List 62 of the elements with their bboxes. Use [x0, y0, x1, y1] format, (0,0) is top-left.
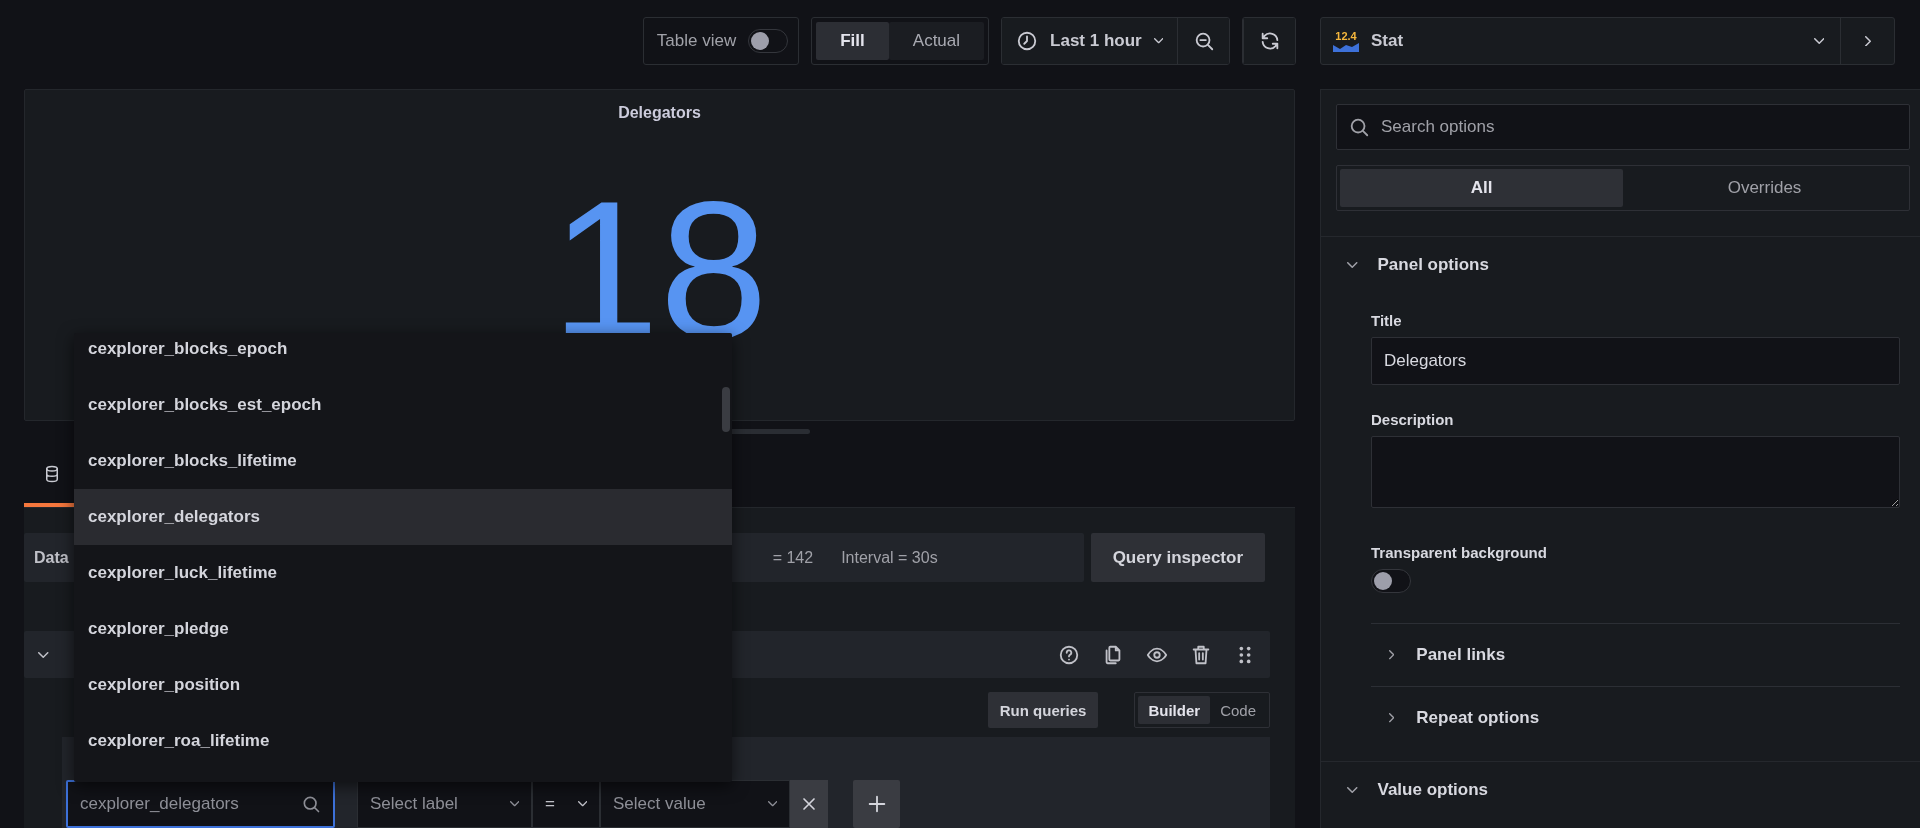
chevron-down-icon: [577, 801, 587, 807]
search-icon: [1348, 116, 1370, 138]
subsection-header[interactable]: Repeat options: [1371, 686, 1900, 749]
scrollbar: [722, 387, 730, 432]
toggle-switch[interactable]: [1371, 569, 1411, 593]
panel-title: Delegators: [618, 104, 701, 122]
query-inspector-button[interactable]: Query inspector: [1090, 533, 1265, 582]
editor-mode-option[interactable]: Code: [1210, 696, 1266, 724]
field-label: Description: [1371, 411, 1455, 428]
category-header[interactable]: Panel options: [1321, 237, 1920, 293]
editor-mode-option[interactable]: Builder: [1138, 696, 1211, 724]
max-data-points: = 142: [772, 548, 814, 567]
field-label: Transparent background: [1371, 544, 1548, 561]
operator-select[interactable]: =: [532, 780, 600, 828]
zoom-out-button[interactable]: [1177, 18, 1229, 64]
options-tab[interactable]: Overrides: [1623, 169, 1906, 207]
chevron-right-icon: [1389, 650, 1395, 660]
category-header[interactable]: Value options: [1321, 762, 1920, 818]
subsection-header[interactable]: Panel links: [1371, 623, 1900, 686]
options-tab[interactable]: All: [1340, 169, 1623, 207]
chevron-down-icon: [767, 801, 777, 807]
field-label: Title: [1371, 312, 1403, 329]
description-field[interactable]: [1371, 436, 1900, 508]
value-select[interactable]: Select value: [600, 780, 790, 828]
metric-option[interactable]: cexplorer_position: [74, 657, 732, 713]
table-view-switch[interactable]: [748, 29, 789, 53]
chevron-right-icon: [1864, 35, 1871, 47]
metric-field[interactable]: cexplorer_delegators: [66, 780, 335, 828]
metric-option[interactable]: cexplorer_blocks_est_epoch: [74, 377, 732, 433]
run-queries-button[interactable]: Run queries: [987, 692, 1099, 728]
chevron-down-icon[interactable]: [38, 651, 49, 658]
data-source-label: Data: [34, 548, 69, 567]
remove-filter-button[interactable]: [790, 780, 828, 828]
metric-option[interactable]: cexplorer_luck_lifetime: [74, 545, 732, 601]
clock-icon: [1016, 30, 1039, 52]
database-icon: [43, 465, 61, 483]
title-field[interactable]: Delegators: [1371, 337, 1900, 385]
refresh-button[interactable]: [1243, 18, 1295, 64]
metric-option[interactable]: cexplorer_roa_lifetime: [74, 713, 732, 769]
time-range-picker[interactable]: Last 1 hour: [1002, 18, 1177, 64]
search-icon: [301, 794, 321, 814]
metric-option[interactable]: cexplorer_delegators: [74, 489, 732, 545]
add-filter-button[interactable]: [853, 780, 900, 828]
mode-option[interactable]: Fill: [816, 22, 889, 60]
chevron-down-icon: [1347, 787, 1358, 793]
table-view-label: Table view: [656, 31, 737, 51]
chevron-down-icon: [1153, 38, 1163, 44]
trash-icon[interactable]: [1190, 643, 1212, 666]
metric-option[interactable]: cexplorer_blocks_epoch: [74, 333, 732, 377]
chevron-down-icon: [1347, 262, 1358, 268]
chevron-down-icon: [1813, 38, 1824, 44]
area-chart-icon: [1333, 41, 1359, 52]
help-icon[interactable]: [1058, 643, 1080, 666]
chevron-right-icon: [1389, 713, 1395, 723]
chevron-down-icon: [509, 801, 519, 807]
label-select[interactable]: Select label: [357, 780, 532, 828]
mode-option[interactable]: Actual: [888, 22, 985, 60]
metric-option[interactable]: cexplorer_pledge: [74, 601, 732, 657]
stat-icon-number: 12.4: [1335, 30, 1357, 42]
metric-option[interactable]: cexplorer_blocks_lifetime: [74, 433, 732, 489]
interval-text: Interval = 30s: [841, 548, 938, 567]
search-field[interactable]: Search options: [1336, 104, 1910, 150]
